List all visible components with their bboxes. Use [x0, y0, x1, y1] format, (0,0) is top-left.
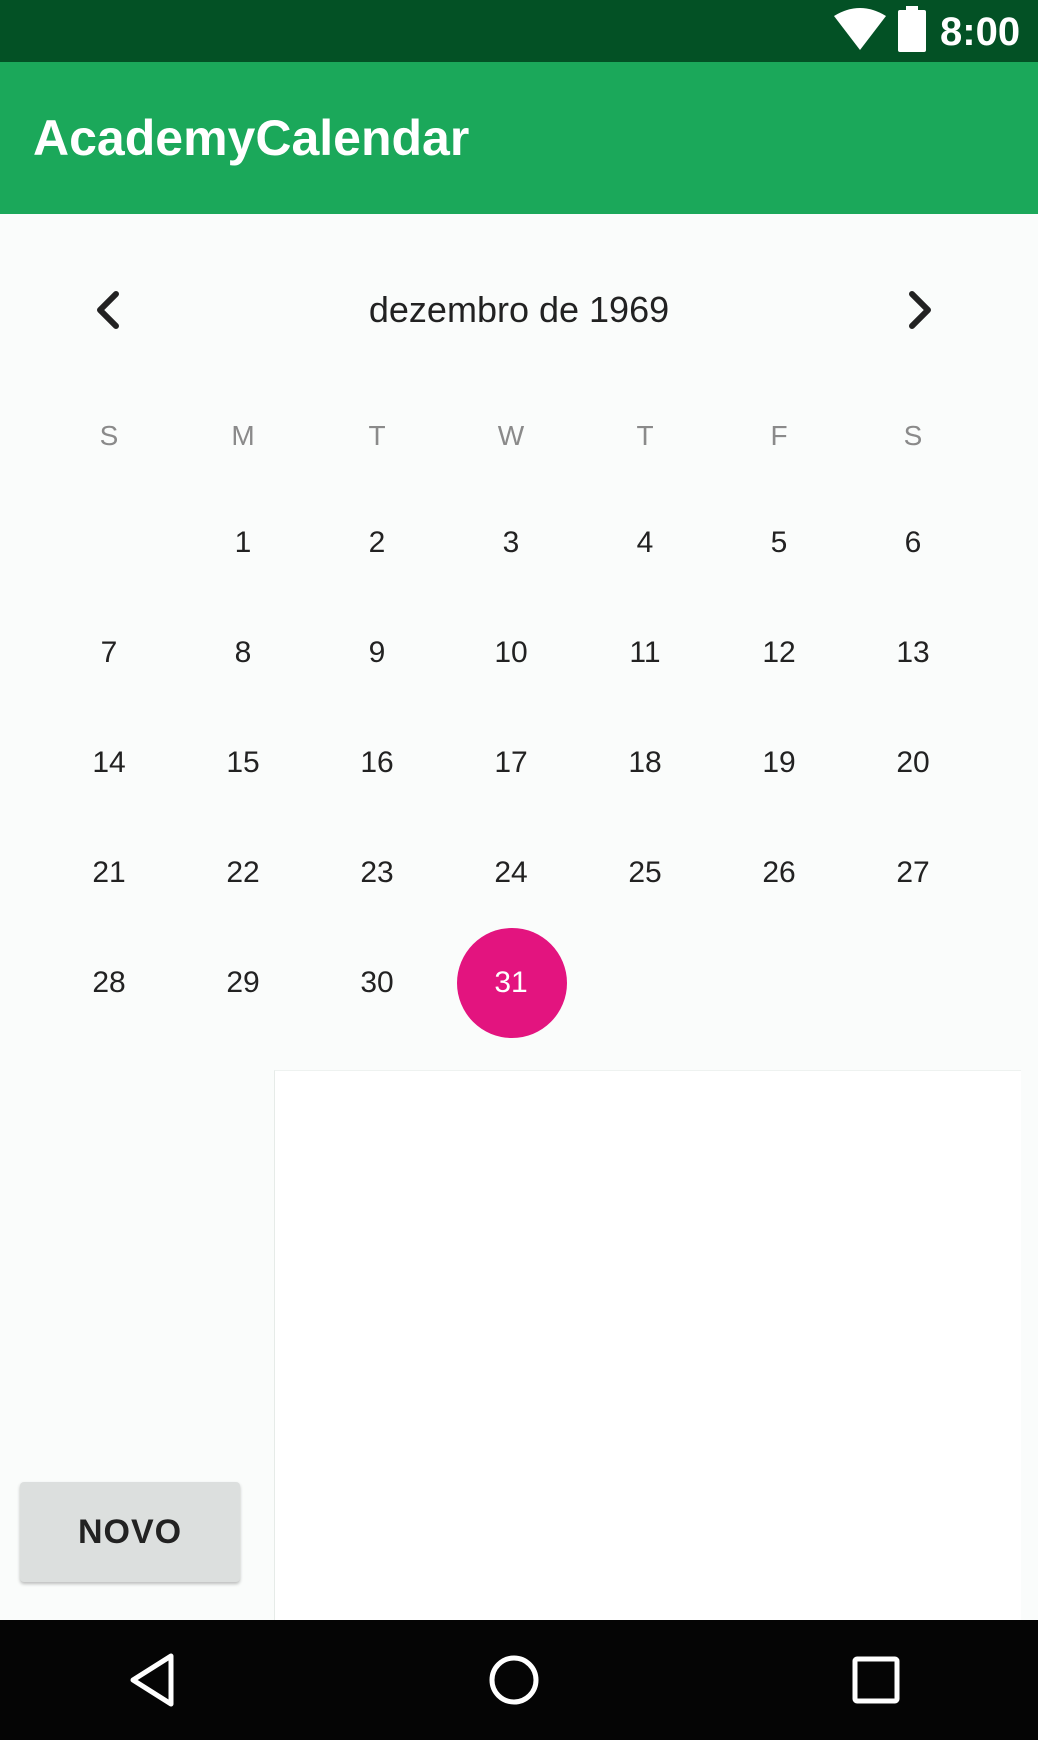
calendar-day-number: 15	[226, 746, 260, 779]
next-month-button[interactable]	[890, 280, 950, 340]
home-button[interactable]	[454, 1620, 574, 1740]
weekday-label: F	[770, 420, 788, 451]
calendar-day-number: 24	[494, 856, 528, 889]
calendar-day[interactable]: 23	[310, 818, 444, 928]
calendar-day-number: 27	[896, 856, 930, 889]
calendar-day-number: 28	[92, 966, 126, 999]
weekday-label: T	[368, 420, 386, 451]
month-header: dezembro de 1969	[0, 280, 1038, 340]
weekday-label: S	[903, 420, 923, 451]
chevron-left-icon	[97, 291, 119, 329]
calendar-day[interactable]: 16	[310, 708, 444, 818]
calendar-day[interactable]: 19	[712, 708, 846, 818]
calendar-day[interactable]: 13	[846, 598, 980, 708]
calendar-day[interactable]: 18	[578, 708, 712, 818]
weekday-label: W	[497, 420, 525, 451]
chevron-right-icon	[909, 291, 931, 329]
calendar-day-number: 10	[494, 636, 528, 669]
back-button[interactable]	[92, 1620, 212, 1740]
calendar-day[interactable]: 6	[846, 488, 980, 598]
calendar-day-number: 18	[628, 746, 662, 779]
navigation-bar	[0, 1620, 1038, 1740]
calendar-day[interactable]: 17	[444, 708, 578, 818]
calendar-day-selected[interactable]: 31	[444, 928, 578, 1038]
calendar-day-blank	[42, 488, 176, 598]
calendar-day-number: 11	[629, 636, 661, 669]
calendar-day-number: 12	[762, 636, 796, 669]
calendar-day-number: 29	[226, 966, 260, 999]
calendar-day-number: 20	[896, 746, 930, 779]
calendar-day[interactable]: 11	[578, 598, 712, 708]
day-grid: 1 2 3 4 5 6 7 8 9 10 11 12 13 14 15 16 17 18 19 20 21 22 23 24 2…	[42, 488, 982, 1038]
calendar-day-number: 21	[92, 856, 126, 889]
calendar-day[interactable]: 7	[42, 598, 176, 708]
calendar-day-number: 30	[360, 966, 394, 999]
calendar-day-number: 16	[360, 746, 394, 779]
calendar-day-number: 5	[770, 526, 788, 559]
calendar-day-number: 17	[494, 746, 528, 779]
weekday-label: S	[99, 420, 119, 451]
calendar-day[interactable]: 26	[712, 818, 846, 928]
event-list-panel	[274, 1070, 1021, 1621]
calendar-day-number: 31	[494, 966, 528, 999]
calendar-day-number: 26	[762, 856, 796, 889]
weekday-label: M	[231, 420, 255, 451]
calendar-day-number: 2	[368, 526, 386, 559]
calendar-day[interactable]: 14	[42, 708, 176, 818]
battery-icon	[898, 6, 926, 52]
app-bar: AcademyCalendar	[0, 62, 1038, 214]
calendar-day-number: 7	[100, 636, 118, 669]
calendar-day[interactable]: 27	[846, 818, 980, 928]
calendar-day[interactable]: 4	[578, 488, 712, 598]
calendar-day[interactable]: 9	[310, 598, 444, 708]
calendar-day[interactable]: 22	[176, 818, 310, 928]
app-title: AcademyCalendar	[33, 110, 470, 166]
calendar-day-number: 8	[234, 636, 252, 669]
calendar-day-number: 13	[896, 636, 930, 669]
back-icon	[130, 1653, 174, 1707]
status-bar: 8:00	[0, 0, 1038, 62]
previous-month-button[interactable]	[78, 280, 138, 340]
calendar-day-number: 23	[360, 856, 394, 889]
calendar-day[interactable]: 8	[176, 598, 310, 708]
calendar-day[interactable]: 10	[444, 598, 578, 708]
calendar-day[interactable]: 24	[444, 818, 578, 928]
calendar-day[interactable]: 3	[444, 488, 578, 598]
calendar-day[interactable]: 20	[846, 708, 980, 818]
calendar-day[interactable]: 15	[176, 708, 310, 818]
calendar-day-number: 14	[92, 746, 126, 779]
calendar-day[interactable]: 1	[176, 488, 310, 598]
calendar-day-number: 3	[502, 526, 520, 559]
calendar-day[interactable]: 12	[712, 598, 846, 708]
calendar-day[interactable]: 30	[310, 928, 444, 1038]
calendar-day[interactable]: 28	[42, 928, 176, 1038]
status-time: 8:00	[940, 10, 1021, 54]
calendar-day-number: 9	[368, 636, 386, 669]
recents-icon	[852, 1656, 900, 1704]
calendar-day-number: 4	[636, 526, 654, 559]
wifi-icon	[834, 8, 886, 50]
home-icon	[489, 1655, 539, 1705]
weekday-label: T	[636, 420, 654, 451]
calendar-day[interactable]: 21	[42, 818, 176, 928]
calendar-day[interactable]: 29	[176, 928, 310, 1038]
calendar-day-number: 25	[628, 856, 662, 889]
calendar-day-number: 22	[226, 856, 260, 889]
calendar-day-number: 6	[904, 526, 922, 559]
screen: 8:00 AcademyCalendar dezembro de 1969 S …	[0, 0, 1038, 1740]
month-label: dezembro de 1969	[368, 289, 670, 330]
calendar-day[interactable]: 5	[712, 488, 846, 598]
calendar-day[interactable]: 25	[578, 818, 712, 928]
novo-button[interactable]: NOVO	[20, 1482, 240, 1582]
calendar-day-number: 19	[762, 746, 796, 779]
weekday-row: S M T W T F S	[42, 414, 982, 458]
calendar-day-number: 1	[234, 526, 252, 559]
recents-button[interactable]	[816, 1620, 936, 1740]
calendar-day[interactable]: 2	[310, 488, 444, 598]
